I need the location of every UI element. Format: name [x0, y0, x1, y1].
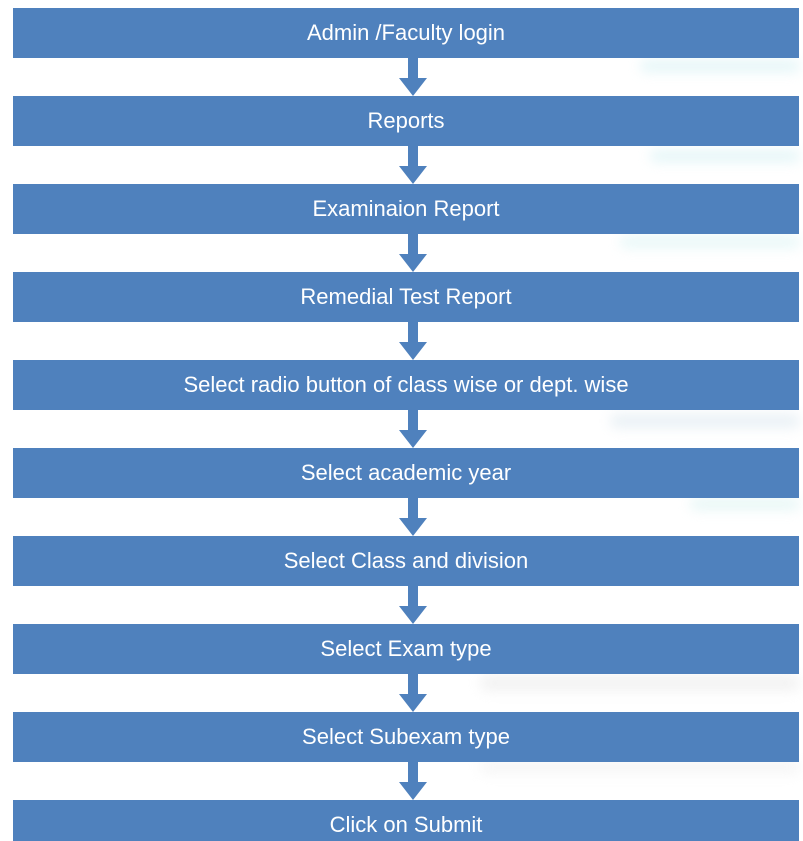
flowchart-canvas: Admin /Faculty login Reports Examinaion … [0, 0, 803, 841]
step-examination-report: Examinaion Report [13, 184, 799, 234]
step-admin-faculty-login: Admin /Faculty login [13, 8, 799, 58]
step-label: Click on Submit [329, 812, 483, 837]
down-arrow-icon [399, 586, 427, 624]
step-select-exam-type: Select Exam type [13, 624, 799, 674]
step-label: Examinaion Report [312, 196, 500, 221]
down-arrow-icon [399, 762, 427, 800]
down-arrow-icon [399, 146, 427, 184]
step-label: Remedial Test Report [300, 284, 512, 309]
connector [13, 586, 799, 624]
flowchart: Admin /Faculty login Reports Examinaion … [13, 8, 799, 841]
step-select-subexam-type: Select Subexam type [13, 712, 799, 762]
connector [13, 762, 799, 800]
connector [13, 234, 799, 272]
connector [13, 58, 799, 96]
down-arrow-icon [399, 234, 427, 272]
connector [13, 322, 799, 360]
connector [13, 146, 799, 184]
step-click-on-submit: Click on Submit [13, 800, 799, 841]
step-label: Reports [367, 108, 445, 133]
step-label: Select academic year [300, 460, 512, 485]
step-label: Admin /Faculty login [306, 20, 506, 45]
step-select-class-and-division: Select Class and division [13, 536, 799, 586]
step-label: Select Subexam type [302, 724, 510, 749]
step-label: Select Class and division [283, 548, 529, 573]
step-reports: Reports [13, 96, 799, 146]
down-arrow-icon [399, 674, 427, 712]
down-arrow-icon [399, 322, 427, 360]
down-arrow-icon [399, 410, 427, 448]
connector [13, 674, 799, 712]
down-arrow-icon [399, 58, 427, 96]
down-arrow-icon [399, 498, 427, 536]
connector [13, 410, 799, 448]
step-remedial-test-report: Remedial Test Report [13, 272, 799, 322]
step-select-radio-button: Select radio button of class wise or dep… [13, 360, 799, 410]
connector [13, 498, 799, 536]
step-select-academic-year: Select academic year [13, 448, 799, 498]
step-label: Select Exam type [320, 636, 492, 661]
step-label: Select radio button of class wise or dep… [183, 372, 629, 397]
